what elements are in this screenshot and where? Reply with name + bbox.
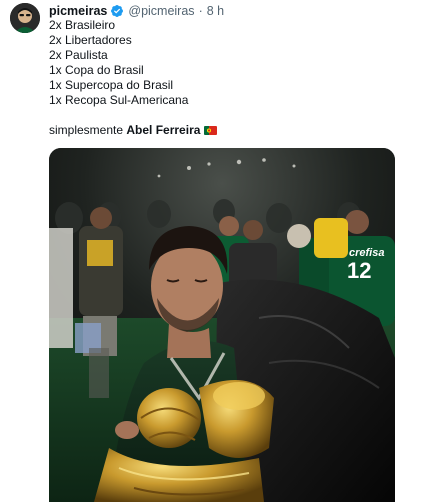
avatar[interactable] [10, 3, 40, 33]
author-handle[interactable]: @picmeiras [128, 3, 194, 19]
tweet-photo[interactable]: crefisa 12 [49, 148, 395, 502]
tweet: picmeiras @picmeiras · 8 h 2x Brasileiro… [0, 0, 421, 502]
tweet-text: 2x Brasileiro 2x Libertadores 2x Paulist… [49, 18, 218, 138]
title-line-1: 2x Brasileiro [49, 18, 116, 32]
separator-dot: · [198, 4, 203, 18]
author-name[interactable]: picmeiras [49, 3, 107, 19]
tweet-header: picmeiras @picmeiras · 8 h [49, 3, 224, 19]
caption-prefix: simplesmente [49, 123, 127, 137]
title-line-6: 1x Recopa Sul-Americana [49, 93, 189, 107]
title-line-2: 2x Libertadores [49, 33, 132, 47]
title-line-3: 2x Paulista [49, 48, 108, 62]
caption-line: simplesmente Abel Ferreira [49, 123, 218, 138]
title-line-5: 1x Supercopa do Brasil [49, 78, 174, 92]
portugal-flag-icon [204, 126, 218, 135]
timestamp[interactable]: 8 h [207, 3, 224, 19]
avatar-image [10, 3, 40, 33]
caption-name: Abel Ferreira [126, 123, 201, 137]
shirt-number-text: 12 [347, 258, 371, 283]
verified-badge-icon [110, 4, 124, 18]
title-line-4: 1x Copa do Brasil [49, 63, 144, 77]
photo-image: crefisa 12 [49, 148, 395, 502]
